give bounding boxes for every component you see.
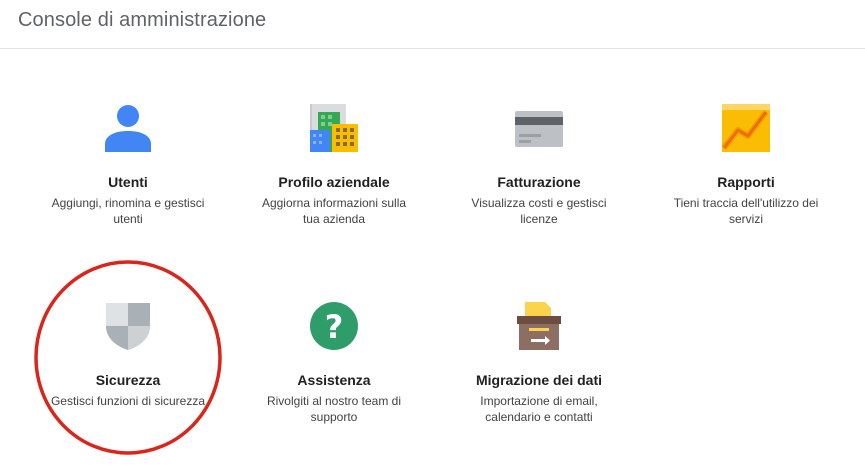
archive-box-icon [515,302,563,350]
tile-name: Sicurezza [95,372,161,388]
svg-text:?: ? [325,308,344,346]
tile-description: Aggiungi, rinomina e gestisci utenti [51,196,205,226]
tile-description: Rivolgiti al nostro team di supporto [266,394,402,424]
tile-name: Profilo aziendale [278,174,390,190]
buildings-icon [310,104,358,152]
tile-name: Migrazione dei dati [475,372,602,388]
shield-icon [104,302,152,350]
annotation-circle [34,260,222,455]
tile-name: Utenti [108,174,148,190]
trend-chart-icon [722,104,770,152]
tile-description: Tieni traccia dell'utilizzo dei servizi [673,196,819,226]
console-header: Console di amministrazione [0,0,865,49]
question-mark-icon: ? [310,302,358,350]
credit-card-icon [515,104,563,152]
tile-description: Aggiorna informazioni sulla tua azienda [261,196,407,226]
page-title: Console di amministrazione [18,9,267,31]
tile-description: Gestisci funzioni di sicurezza [50,394,206,408]
tile-name: Rapporti [717,174,775,190]
tile-description: Visualizza costi e gestisci licenze [471,196,607,226]
tile-description: Importazione di email, calendario e cont… [480,394,598,424]
tile-name: Fatturazione [497,174,581,190]
user-icon [104,104,152,152]
tile-name: Assistenza [297,372,371,388]
